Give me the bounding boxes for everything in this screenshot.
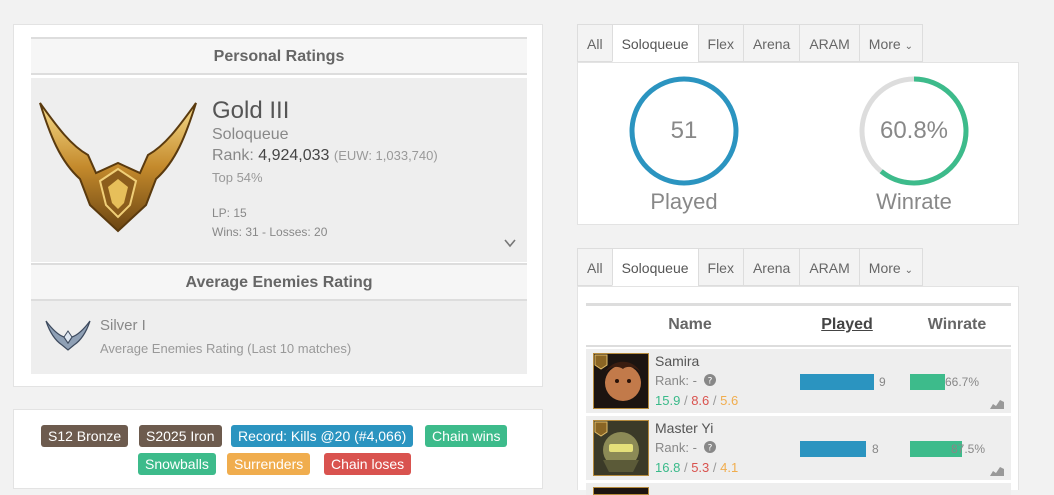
tab-more[interactable]: More ⌄ xyxy=(858,248,923,286)
chevron-down-icon: ⌄ xyxy=(904,41,913,52)
tab-more[interactable]: More ⌄ xyxy=(858,24,923,62)
tab-all[interactable]: All xyxy=(577,24,612,62)
tab-all[interactable]: All xyxy=(577,248,612,286)
champion-kda: 15.9 / 8.6 / 5.6 xyxy=(655,393,739,408)
tab-aram[interactable]: ARAM xyxy=(799,248,859,286)
rank-value: 4,924,033 xyxy=(258,147,330,164)
kills: 16.8 xyxy=(655,460,681,475)
chevron-down-icon: ⌄ xyxy=(904,265,913,276)
winrate-bar xyxy=(910,374,945,390)
tab-flex[interactable]: Flex xyxy=(697,24,743,62)
svg-text:?: ? xyxy=(707,377,712,387)
badge-s12-bronze[interactable]: S12 Bronze xyxy=(41,425,129,447)
rank-euw: (EUW: 1,033,740) xyxy=(333,148,438,163)
trend-chart-icon[interactable] xyxy=(990,397,1004,409)
gold-emblem-icon xyxy=(39,102,197,233)
champion-name[interactable]: Samira xyxy=(655,353,699,369)
badges-panel: S12 Bronze S2025 Iron Record: Kills @20 … xyxy=(13,409,543,489)
champion-table-panel: Name Played Winrate Samira Rank: - ? 15.… xyxy=(577,286,1019,495)
badge-record-kills[interactable]: Record: Kills @20 (#4,066) xyxy=(231,425,414,447)
tab-more-label: More xyxy=(868,260,901,276)
silver-emblem-icon xyxy=(45,320,91,351)
champion-portrait-master-yi xyxy=(593,420,649,476)
played-label: Played xyxy=(650,189,718,214)
trend-chart-icon[interactable] xyxy=(990,464,1004,476)
winrate-percent: 66.7% xyxy=(945,375,980,389)
assists: 5.6 xyxy=(720,393,739,408)
played-value: 51 xyxy=(670,117,698,144)
champion-portrait-samira xyxy=(593,353,649,409)
rank-line: Rank: 4,924,033 (EUW: 1,033,740) xyxy=(212,147,438,165)
deaths: 8.6 xyxy=(691,393,710,408)
champion-rank-label: Rank: - xyxy=(655,440,697,455)
champion-rank: Rank: - ? xyxy=(655,373,716,388)
enemy-rating-box xyxy=(31,301,527,374)
stats-panel: 51 Played 60.8% Winrate xyxy=(577,62,1019,225)
column-name[interactable]: Name xyxy=(640,305,740,345)
badge-chain-wins[interactable]: Chain wins xyxy=(425,425,508,447)
kills: 15.9 xyxy=(655,393,681,408)
assists: 4.1 xyxy=(720,460,739,475)
tab-more-label: More xyxy=(868,36,901,52)
personal-ratings-panel: Personal Ratings Gold III Soloqueue Rank… xyxy=(13,24,543,387)
badge-s2025-iron[interactable]: S2025 Iron xyxy=(139,425,222,447)
help-icon[interactable]: ? xyxy=(703,374,716,387)
champion-rank-label: Rank: - xyxy=(655,373,697,388)
champion-rank: Rank: - ? xyxy=(655,440,716,455)
queue-tabs-top: All Soloqueue Flex Arena ARAM More ⌄ xyxy=(577,24,923,62)
badge-surrenders[interactable]: Surrenders xyxy=(227,453,311,475)
champion-kda: 16.8 / 5.3 / 4.1 xyxy=(655,460,739,475)
table-row[interactable] xyxy=(586,483,1011,495)
table-header-divider xyxy=(586,345,1011,347)
champion-portrait-partial xyxy=(593,487,649,495)
chevron-down-icon[interactable] xyxy=(503,236,517,250)
played-count: 9 xyxy=(879,375,886,389)
queue-name: Soloqueue xyxy=(212,126,289,143)
personal-ratings-title: Personal Ratings xyxy=(31,37,527,75)
tab-soloqueue[interactable]: Soloqueue xyxy=(611,248,698,286)
queue-tabs-champions: All Soloqueue Flex Arena ARAM More ⌄ xyxy=(577,248,923,286)
winrate-value: 60.8% xyxy=(879,117,949,144)
help-icon[interactable]: ? xyxy=(703,441,716,454)
top-percent: Top 54% xyxy=(212,170,263,185)
played-bar xyxy=(800,441,866,457)
column-winrate[interactable]: Winrate xyxy=(907,305,1007,345)
average-enemies-title: Average Enemies Rating xyxy=(31,263,527,301)
badge-snowballs[interactable]: Snowballs xyxy=(138,453,216,475)
tab-aram[interactable]: ARAM xyxy=(799,24,859,62)
tab-arena[interactable]: Arena xyxy=(742,24,800,62)
table-row[interactable]: Samira Rank: - ? 15.9 / 8.6 / 5.6 9 66.7… xyxy=(586,349,1011,413)
badge-chain-loses[interactable]: Chain loses xyxy=(324,453,412,475)
tier-name: Gold III xyxy=(212,97,290,124)
champion-name[interactable]: Master Yi xyxy=(655,420,713,436)
league-points: LP: 15 xyxy=(212,206,247,220)
tab-flex[interactable]: Flex xyxy=(697,248,743,286)
winrate-percent: 87.5% xyxy=(951,442,986,456)
column-played[interactable]: Played xyxy=(797,305,897,345)
enemy-tier-name: Silver I xyxy=(100,317,146,334)
deaths: 5.3 xyxy=(691,460,710,475)
wins-losses: Wins: 31 - Losses: 20 xyxy=(212,225,328,239)
enemy-tier-sub: Average Enemies Rating (Last 10 matches) xyxy=(100,341,352,356)
rank-label: Rank: xyxy=(212,147,254,164)
played-bar xyxy=(800,374,874,390)
played-count: 8 xyxy=(872,442,879,456)
table-row[interactable]: Master Yi Rank: - ? 16.8 / 5.3 / 4.1 8 8… xyxy=(586,416,1011,480)
winrate-label: Winrate xyxy=(876,189,952,214)
tab-arena[interactable]: Arena xyxy=(742,248,800,286)
svg-text:?: ? xyxy=(707,444,712,454)
tab-soloqueue[interactable]: Soloqueue xyxy=(611,24,698,62)
